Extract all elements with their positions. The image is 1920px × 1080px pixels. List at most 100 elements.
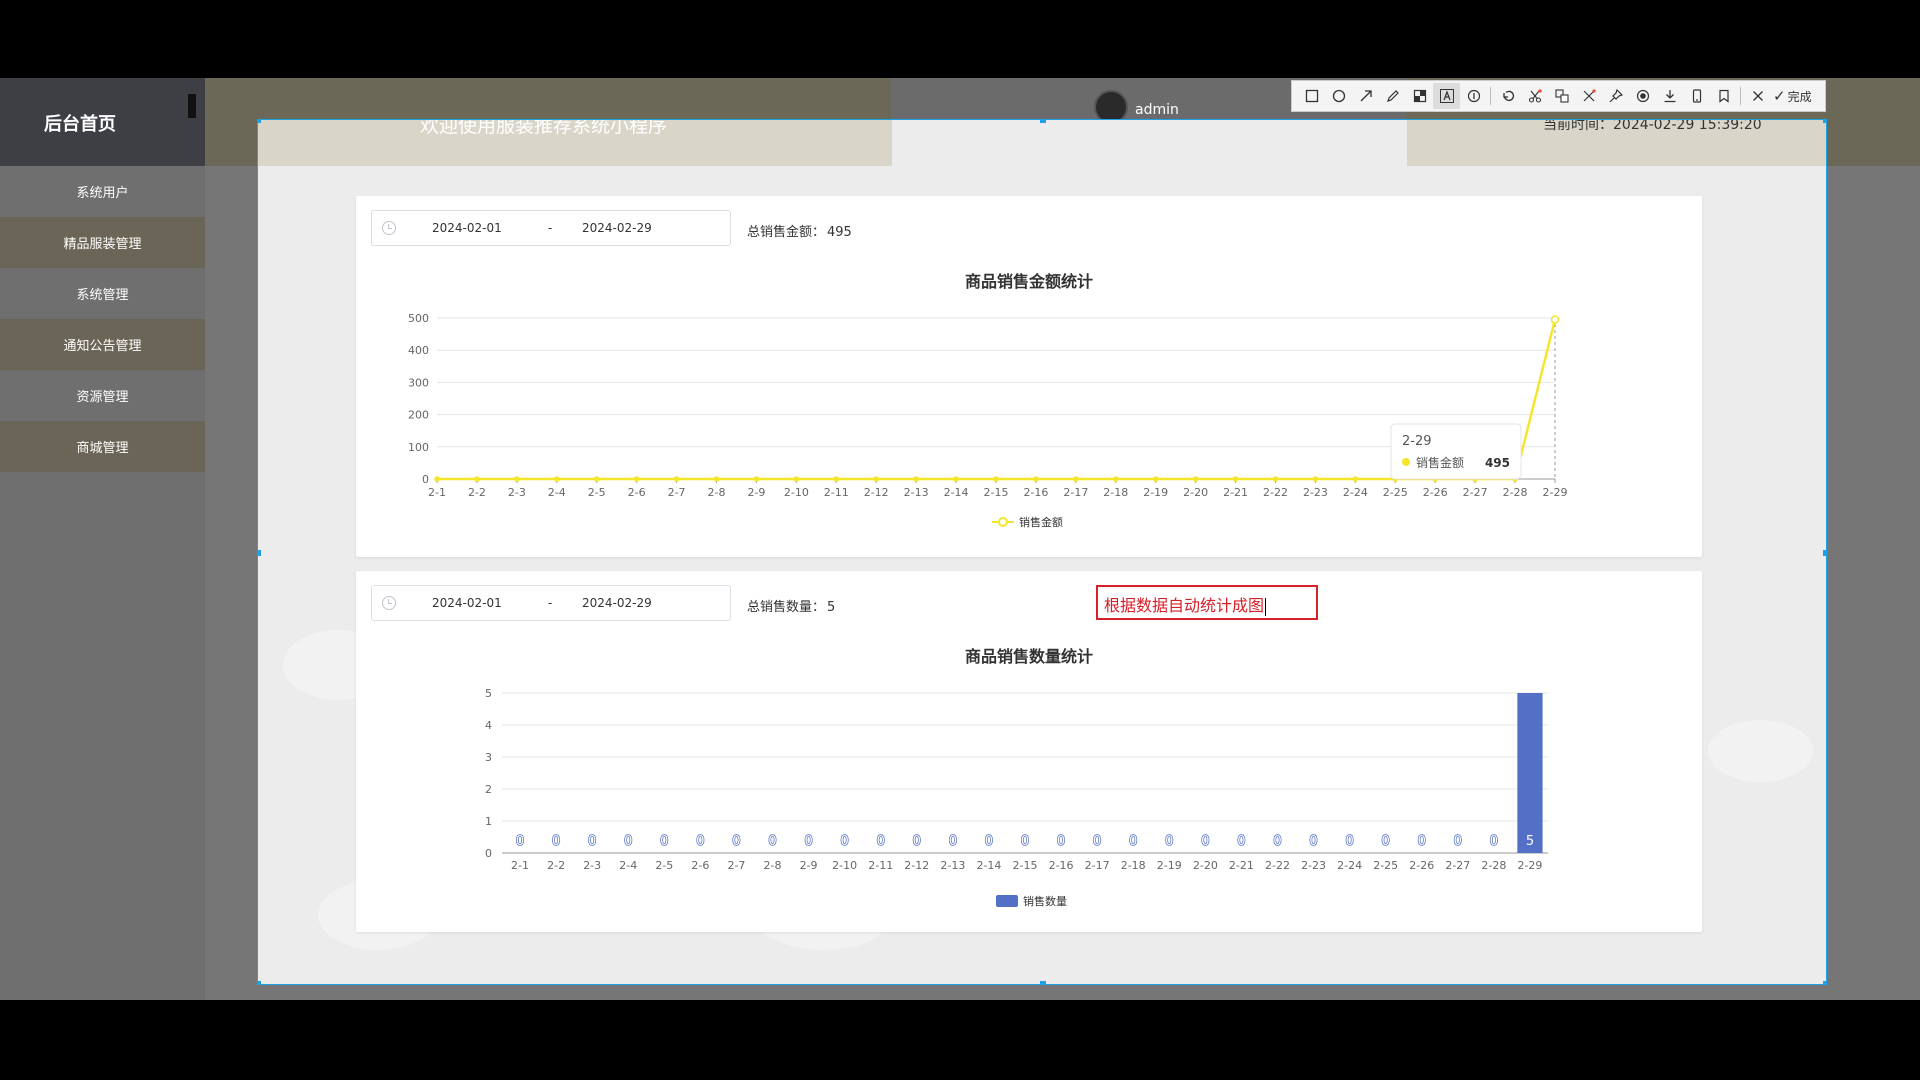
data-point (1550, 315, 1560, 324)
text-annotation[interactable]: 根据数据自动统计成图 (1096, 585, 1318, 620)
sidebar-item-resources[interactable]: 资源管理 (0, 370, 205, 421)
scissors-icon[interactable] (1521, 83, 1548, 109)
x-tick-label: 2-25 (1383, 486, 1408, 499)
x-tick-label: 2-28 (1481, 859, 1506, 872)
x-tick-label: 2-20 (1193, 859, 1218, 872)
sidebar-title[interactable]: 后台首页 (44, 110, 116, 136)
sales-amount-line-chart[interactable]: 0 100 200 300 400 500 2-1 2-2 2-3 2-4 2-5 2-6 2-7 2-8… (356, 196, 1702, 557)
data-point (833, 476, 840, 482)
bar-data-label: 0 (841, 834, 849, 849)
mosaic-icon[interactable] (1406, 83, 1433, 109)
bar-data-label: 0 (1057, 834, 1065, 849)
x-tick-label: 2-15 (1013, 859, 1038, 872)
x-tick-label: 2-22 (1265, 859, 1290, 872)
resize-handle[interactable] (1040, 981, 1046, 984)
close-icon[interactable] (1744, 83, 1771, 109)
series-line (437, 319, 1557, 481)
x-tick-label: 2-12 (864, 486, 889, 499)
bar-data-label: 0 (1490, 834, 1498, 849)
x-tick-label: 2-6 (691, 859, 709, 872)
username[interactable]: admin (1135, 102, 1179, 118)
resize-handle[interactable] (258, 120, 261, 123)
download-icon[interactable] (1656, 83, 1683, 109)
x-tick-label: 2-19 (1143, 486, 1168, 499)
sidebar: 后台首页 系统用户 精品服装管理 系统管理 通知公告管理 资源管理 商城管理 (0, 78, 205, 1000)
rectangle-icon[interactable] (1298, 83, 1325, 109)
bookmark-icon[interactable] (1710, 83, 1737, 109)
data-point (633, 476, 640, 482)
data-point (1152, 476, 1159, 482)
capture-selection[interactable]: 欢迎使用服装推荐系统小程序 当前时间：2024-02-29 15:39:20 2… (257, 119, 1827, 985)
x-tick-label: 2-27 (1463, 486, 1488, 499)
tooltip-box (1390, 423, 1522, 480)
annotation-text[interactable]: 根据数据自动统计成图 (1104, 596, 1264, 615)
sales-amount-panel: 2024-02-01 - 2024-02-29 总销售金额： 495 商品销售金额… (356, 196, 1702, 557)
sidebar-item-clothing[interactable]: 精品服装管理 (0, 217, 205, 268)
data-point (913, 476, 919, 482)
bar-data-label: 0 (624, 834, 632, 849)
long-screenshot-icon[interactable] (1575, 83, 1602, 109)
legend-swatch-icon (996, 895, 1018, 907)
x-tick-label: 2-1 (428, 486, 446, 499)
phone-icon[interactable] (1683, 83, 1710, 109)
x-tick-label: 2-18 (1121, 859, 1146, 872)
bar-data-label: 0 (696, 834, 704, 849)
undo-icon[interactable] (1494, 83, 1521, 109)
x-tick-label: 2-20 (1183, 486, 1208, 499)
bar-data-label: 0 (516, 834, 524, 849)
text-tool-icon[interactable] (1433, 83, 1460, 109)
ellipse-icon[interactable] (1325, 83, 1352, 109)
pen-icon[interactable] (1379, 83, 1406, 109)
bar-data-label: 0 (1273, 834, 1281, 849)
x-tick-label: 2-4 (619, 859, 637, 872)
translate-icon[interactable] (1548, 83, 1575, 109)
welcome-text: 欢迎使用服装推荐系统小程序 (420, 119, 668, 137)
y-tick-label: 0 (422, 473, 429, 486)
bar-data-label: 0 (660, 834, 668, 849)
y-tick-label: 2 (485, 783, 492, 796)
sidebar-item-notice[interactable]: 通知公告管理 (0, 319, 205, 370)
x-tick-label: 2-2 (468, 486, 486, 499)
data-point (514, 476, 520, 482)
resize-handle[interactable] (258, 550, 261, 556)
done-button-label: 完成 (1787, 89, 1812, 104)
sales-quantity-bar-chart[interactable]: 0123452-102-202-302-402-502-602-702-802-… (356, 571, 1702, 932)
sidebar-item-shop[interactable]: 商城管理 (0, 421, 205, 472)
data-point (873, 476, 879, 482)
arrow-icon[interactable] (1352, 83, 1379, 109)
data-point (753, 476, 760, 482)
y-tick-label: 400 (408, 344, 429, 357)
bar-data-label: 0 (877, 834, 885, 849)
bar-data-label: 0 (949, 834, 957, 849)
sidebar-item-system-users[interactable]: 系统用户 (0, 166, 205, 217)
bar-data-label: 0 (732, 834, 740, 849)
sidebar-item-system-management[interactable]: 系统管理 (0, 268, 205, 319)
data-point (993, 476, 999, 482)
number-marker-icon[interactable] (1460, 83, 1487, 109)
pin-icon[interactable] (1602, 83, 1629, 109)
resize-handle[interactable] (1823, 981, 1826, 984)
resize-handle[interactable] (1823, 550, 1826, 556)
resize-handle[interactable] (1040, 120, 1046, 123)
x-tick-label: 2-8 (764, 859, 782, 872)
x-tick-label: 2-7 (668, 486, 686, 499)
x-tick-label: 2-25 (1373, 859, 1398, 872)
bar-data-label: 0 (588, 834, 596, 849)
resize-handle[interactable] (1823, 120, 1826, 123)
legend-label: 销售金额 (1019, 515, 1063, 529)
done-button[interactable]: ✓ 完成 (1773, 87, 1812, 105)
sidebar-brand: 后台首页 (0, 78, 205, 166)
y-tick-label: 4 (485, 719, 492, 732)
record-icon[interactable] (1629, 83, 1656, 109)
resize-handle[interactable] (258, 981, 261, 984)
x-tick-label: 2-29 (1543, 486, 1568, 499)
data-point (1272, 476, 1279, 482)
bar-data-label: 0 (1454, 834, 1462, 849)
collapse-toggle[interactable] (188, 94, 196, 118)
tooltip-title: 2-29 (1402, 434, 1432, 449)
bar-data-label: 0 (1021, 834, 1029, 849)
data-point (1033, 476, 1039, 482)
bar (1517, 693, 1543, 853)
bar-data-label: 0 (1165, 834, 1173, 849)
x-tick-label: 2-22 (1263, 486, 1288, 499)
